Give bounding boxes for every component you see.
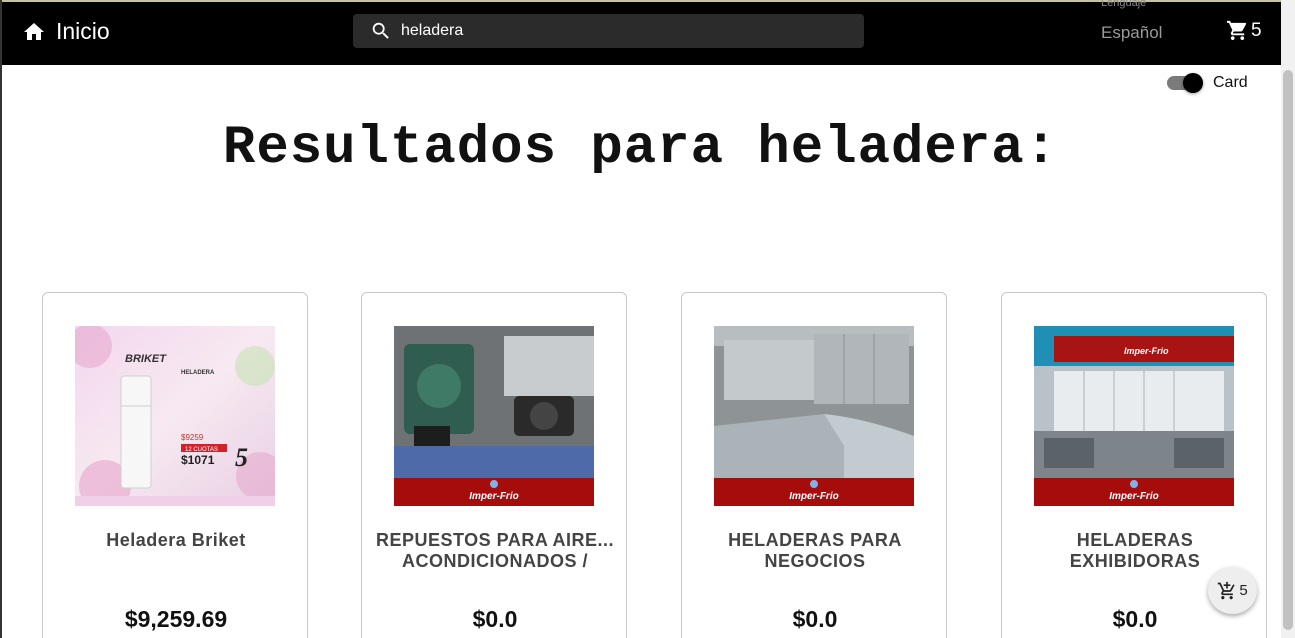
cart-count: 5 [1251,19,1262,41]
toggle-knob[interactable] [1183,73,1203,93]
product-price: $0.0 [792,606,838,632]
toggle-track[interactable] [1167,73,1203,93]
svg-text:HELADERA: HELADERA [181,370,215,376]
floating-cart-count: 5 [1239,582,1248,599]
scrollbar-thumb[interactable] [1283,70,1293,630]
product-card[interactable]: Imper-Frio REPUESTOS PARA AIRE... ACONDI… [361,292,627,638]
svg-text:BRIKET: BRIKET [125,353,167,365]
add-shopping-cart-icon [1218,581,1235,599]
svg-text:Imper-Frio: Imper-Frio [789,491,838,502]
briket-ad-image: BRIKET HELADERA 12 CUOTAS $9259 $1071 5 [75,326,275,506]
product-image[interactable]: Imper-Frio Imper-Frio [1034,326,1234,506]
product-title[interactable]: HELADERAS PARA NEGOCIOS [692,530,938,572]
language-value[interactable]: Español [1101,23,1162,43]
svg-text:5: 5 [235,443,248,472]
page-scrollbar[interactable] [1281,0,1295,638]
ac-parts-image: Imper-Frio [394,326,594,506]
window-left-edge [0,0,2,638]
language-caption: Lenguaje [1101,0,1147,9]
floating-cart-button[interactable]: 5 [1208,567,1257,614]
cart-button[interactable]: 5 [1226,19,1262,42]
product-price: $9,259.69 [124,606,228,632]
svg-text:$1071: $1071 [181,453,215,467]
display-fridges-image: Imper-Frio Imper-Frio [1034,326,1234,506]
product-title[interactable]: Heladera Briket [53,530,299,551]
search-bar[interactable] [353,14,864,48]
svg-text:$9259: $9259 [181,433,204,442]
results-heading: Resultados para heladera: [222,118,1059,179]
home-label: Inicio [56,18,110,44]
cart-icon [1226,20,1247,41]
search-icon [372,22,389,39]
search-input[interactable] [401,22,841,40]
toggle-label: Card [1213,74,1248,91]
product-card[interactable]: BRIKET HELADERA 12 CUOTAS $9259 $1071 5 … [42,292,308,638]
language-selector[interactable]: Lenguaje Español [1101,0,1162,43]
svg-text:Imper-Frio: Imper-Frio [1124,346,1169,356]
svg-text:Imper-Frio: Imper-Frio [469,491,518,502]
commercial-fridges-image: Imper-Frio [714,326,914,506]
product-image[interactable]: Imper-Frio [714,326,914,506]
product-title[interactable]: HELADERAS EXHIBIDORAS [1012,530,1258,572]
product-price: $0.0 [472,606,518,632]
view-toggle[interactable]: Card [1167,73,1248,93]
home-link[interactable]: Inicio [22,18,110,45]
product-title[interactable]: REPUESTOS PARA AIRE... ACONDICIONADOS / [372,530,618,572]
product-card[interactable]: Imper-Frio HELADERAS PARA NEGOCIOS $0.0 [681,292,947,638]
top-app-bar: Inicio Lenguaje Español 5 [2,0,1281,65]
product-image[interactable]: Imper-Frio [394,326,594,506]
home-icon [24,22,44,40]
svg-text:Imper-Frio: Imper-Frio [1109,491,1158,502]
product-image[interactable]: BRIKET HELADERA 12 CUOTAS $9259 $1071 5 [75,326,275,506]
